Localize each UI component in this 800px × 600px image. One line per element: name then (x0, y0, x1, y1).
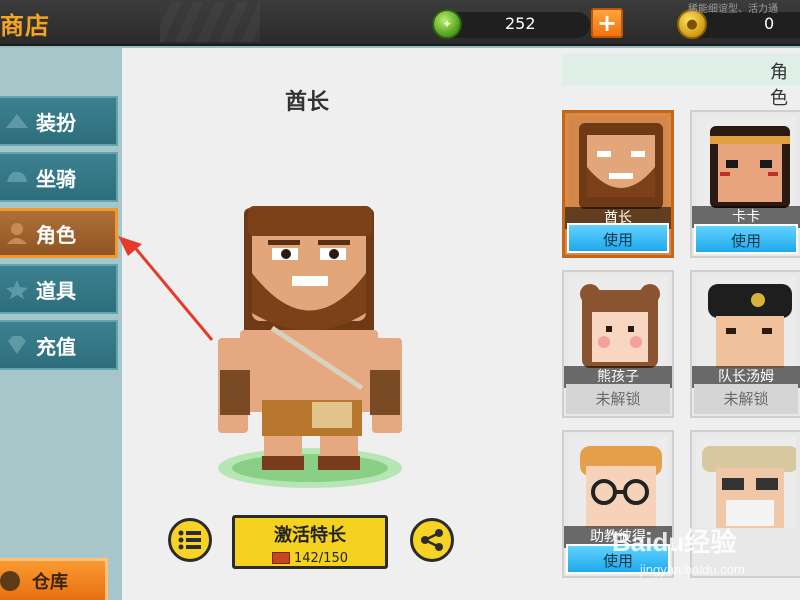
role-card-assistant-peter[interactable]: 助教彼得 使用 (562, 430, 674, 578)
gem-icon: ✦ (432, 9, 462, 39)
activate-skill-label: 激活特长 (274, 525, 346, 546)
sidebar-item-props[interactable]: 道具 (0, 264, 118, 314)
add-gems-button[interactable]: + (591, 8, 623, 38)
coin-count: 0 (764, 14, 775, 33)
use-button[interactable]: 使用 (567, 223, 669, 253)
sidebar-item-label: 角色 (36, 222, 76, 247)
role-card-chief[interactable]: 酋长 使用 (562, 110, 674, 258)
locked-status: 未解锁 (566, 384, 670, 414)
role-portrait (696, 276, 796, 368)
role-portrait (569, 117, 667, 209)
activate-skill-button[interactable]: 激活特长 142/150 (232, 515, 388, 569)
share-icon (421, 529, 443, 551)
role-card-bear-kid[interactable]: 熊孩子 未解锁 (562, 270, 674, 418)
role-card-captain-tom[interactable]: 队长汤姆 未解锁 (690, 270, 800, 418)
role-portrait (568, 276, 668, 368)
item-icon (2, 274, 32, 304)
share-button[interactable] (410, 518, 454, 562)
fragment-icon (271, 551, 290, 564)
role-card-kaka[interactable]: 卡卡 使用 (690, 110, 800, 258)
details-list-button[interactable] (168, 518, 212, 562)
category-sidebar: 装扮 坐骑 角色 道具 充值 (0, 48, 122, 600)
decorative-stripes (160, 2, 260, 42)
role-portrait (696, 436, 796, 528)
use-button[interactable]: 使用 (694, 224, 798, 254)
gem-icon (2, 330, 32, 360)
role-card-explorer[interactable] (690, 430, 800, 578)
activate-skill-progress: 142/150 (293, 551, 348, 566)
shop-title: 商店 (0, 12, 50, 40)
role-portrait (568, 436, 668, 528)
sidebar-item-label: 装扮 (36, 110, 76, 135)
warehouse-button[interactable]: 仓库 (0, 558, 108, 600)
sidebar-item-mount[interactable]: 坐骑 (0, 152, 118, 202)
gem-count: 252 (505, 14, 536, 33)
hanger-icon (2, 106, 32, 136)
character-name: 酋长 (285, 90, 330, 115)
roles-header-title: 角色 (770, 62, 788, 109)
list-icon (178, 530, 201, 550)
use-button[interactable]: 使用 (566, 544, 670, 574)
roles-header-bar (562, 54, 800, 86)
warehouse-label: 仓库 (32, 571, 68, 593)
top-hint-text: 稀能细谊型、活力通 (688, 4, 778, 15)
mount-icon (2, 162, 32, 192)
top-bar: 商店 ✦ 252 + ● 0 稀能细谊型、活力通 (0, 0, 800, 46)
sidebar-item-label: 道具 (36, 278, 76, 303)
sidebar-item-recharge[interactable]: 充值 (0, 320, 118, 370)
role-portrait (696, 116, 796, 208)
sidebar-item-character[interactable]: 角色 (0, 208, 118, 258)
sidebar-item-label: 坐骑 (36, 166, 76, 191)
warehouse-icon (0, 570, 20, 591)
locked-status: 未解锁 (694, 384, 798, 414)
sidebar-item-label: 充值 (36, 334, 76, 359)
sidebar-item-outfit[interactable]: 装扮 (0, 96, 118, 146)
character-icon (2, 218, 32, 248)
